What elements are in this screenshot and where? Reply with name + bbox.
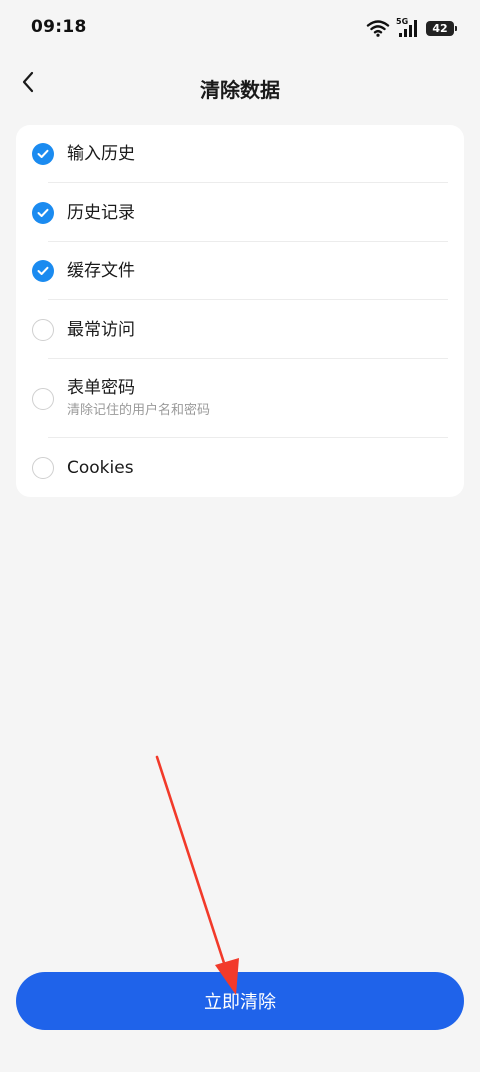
checkbox-checked-icon[interactable] xyxy=(32,201,54,224)
option-label: 历史记录 xyxy=(67,202,135,223)
option-label: Cookies xyxy=(67,457,134,478)
battery-icon: 42 xyxy=(426,20,457,36)
option-input-history[interactable]: 输入历史 xyxy=(32,125,448,183)
option-history[interactable]: 历史记录 xyxy=(32,183,448,242)
wifi-icon xyxy=(366,19,390,37)
battery-level: 42 xyxy=(432,21,448,35)
option-description: 清除记住的用户名和密码 xyxy=(67,403,211,418)
option-most-visited[interactable]: 最常访问 xyxy=(32,300,448,359)
nav-bar: 清除数据 xyxy=(0,56,480,116)
page-title: 清除数据 xyxy=(200,78,280,102)
option-label: 表单密码 xyxy=(67,378,135,398)
checkbox-unchecked-icon[interactable] xyxy=(32,318,54,341)
option-cache-files[interactable]: 缓存文件 xyxy=(32,242,448,300)
checkbox-unchecked-icon[interactable] xyxy=(32,456,54,479)
status-icons: 5G 42 xyxy=(366,17,457,39)
checkbox-checked-icon[interactable] xyxy=(32,143,54,165)
clear-now-button[interactable]: 立即清除 xyxy=(16,972,464,1030)
checkbox-checked-icon[interactable] xyxy=(32,260,54,282)
checkbox-unchecked-icon[interactable] xyxy=(32,387,54,410)
status-bar: 09:18 5G 42 xyxy=(0,0,480,56)
option-label: 输入历史 xyxy=(67,144,135,164)
option-label: 缓存文件 xyxy=(67,261,135,281)
option-label: 最常访问 xyxy=(67,319,135,340)
option-cookies[interactable]: Cookies xyxy=(32,438,448,497)
clear-options-card: 输入历史 历史记录 缓存文件 最常访问 表单密码 清除记住的用户名和密码 Coo… xyxy=(16,125,464,497)
signal-icon: 5G xyxy=(396,17,420,38)
option-form-passwords[interactable]: 表单密码 清除记住的用户名和密码 xyxy=(32,359,448,438)
status-time: 09:18 xyxy=(31,17,87,37)
